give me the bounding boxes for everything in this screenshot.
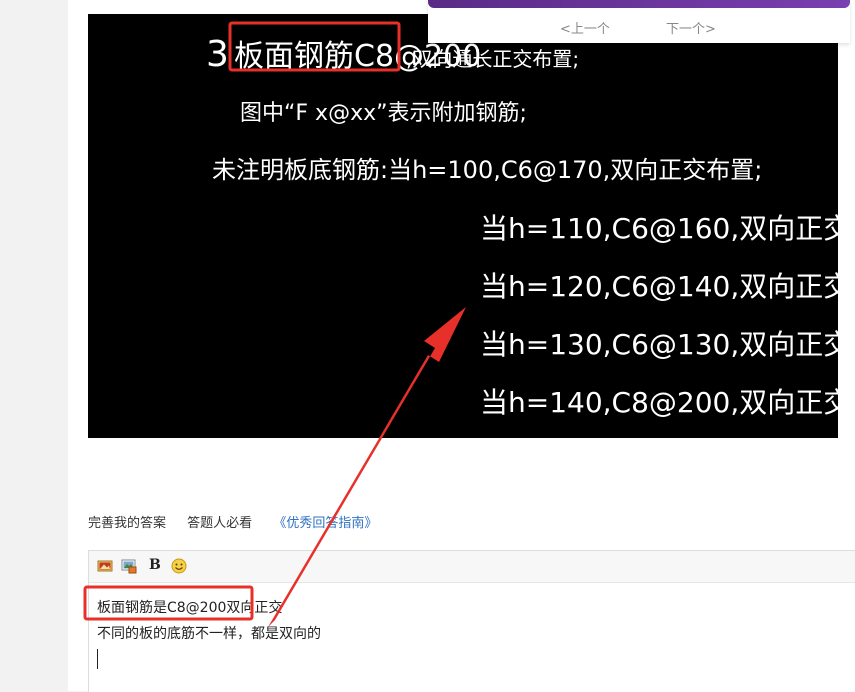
drawing-line-number: 3	[206, 34, 229, 75]
drawing-line-h140: 当h=140,C8@200,双向正交布置;	[480, 386, 838, 419]
answer-links: 完善我的答案 答题人必看 《优秀回答指南》	[88, 512, 394, 531]
emoji-icon[interactable]	[171, 558, 187, 574]
image-icon[interactable]	[97, 558, 113, 574]
image-upload-icon[interactable]	[121, 558, 137, 574]
editor-line-1: 板面钢筋是C8@200双向正交	[97, 600, 283, 616]
editor-line-2: 不同的板的底筋不一样，都是双向的	[97, 626, 321, 642]
text-caret	[97, 649, 98, 669]
answer-guide-link[interactable]: 《优秀回答指南》	[273, 516, 377, 531]
drawing-line-annotation: 图中“F x@xx”表示附加钢筋;	[240, 101, 527, 126]
bold-icon[interactable]: B	[149, 557, 161, 573]
must-read-label: 答题人必看	[187, 516, 253, 531]
editor-toolbar: B	[89, 551, 855, 583]
editor-text-area[interactable]: 板面钢筋是C8@200双向正交 不同的板的底筋不一样，都是双向的	[97, 595, 321, 647]
answer-editor[interactable]: B 板面钢筋是C8@200双向正交 不同的板的底筋不一样，都是双向的	[88, 550, 855, 692]
prev-button[interactable]: <上一个	[560, 18, 610, 37]
pager-panel: <上一个 下一个>	[428, 0, 850, 43]
improve-answer-link[interactable]: 完善我的答案	[88, 516, 166, 531]
drawing-line-h110: 当h=110,C6@160,双向正交布置;	[480, 212, 838, 245]
cad-drawing-svg: 3 板面钢筋C8@200 ,双向通长正交布置; 图中“F x@xx”表示附加钢筋…	[206, 34, 838, 419]
next-button[interactable]: 下一个>	[666, 18, 716, 37]
cad-drawing-image: 3 板面钢筋C8@200 ,双向通长正交布置; 图中“F x@xx”表示附加钢筋…	[88, 14, 838, 438]
drawing-line-h120: 当h=120,C6@140,双向正交布置;	[480, 270, 838, 303]
drawing-line-bottom-rebar: 未注明板底钢筋:当h=100,C6@170,双向正交布置;	[212, 156, 762, 184]
drawing-line-h130: 当h=130,C6@130,双向正交布置;	[480, 328, 838, 361]
pager-top-bar	[428, 0, 850, 8]
drawing-line-top-rest: ,双向通长正交布置;	[406, 47, 579, 71]
